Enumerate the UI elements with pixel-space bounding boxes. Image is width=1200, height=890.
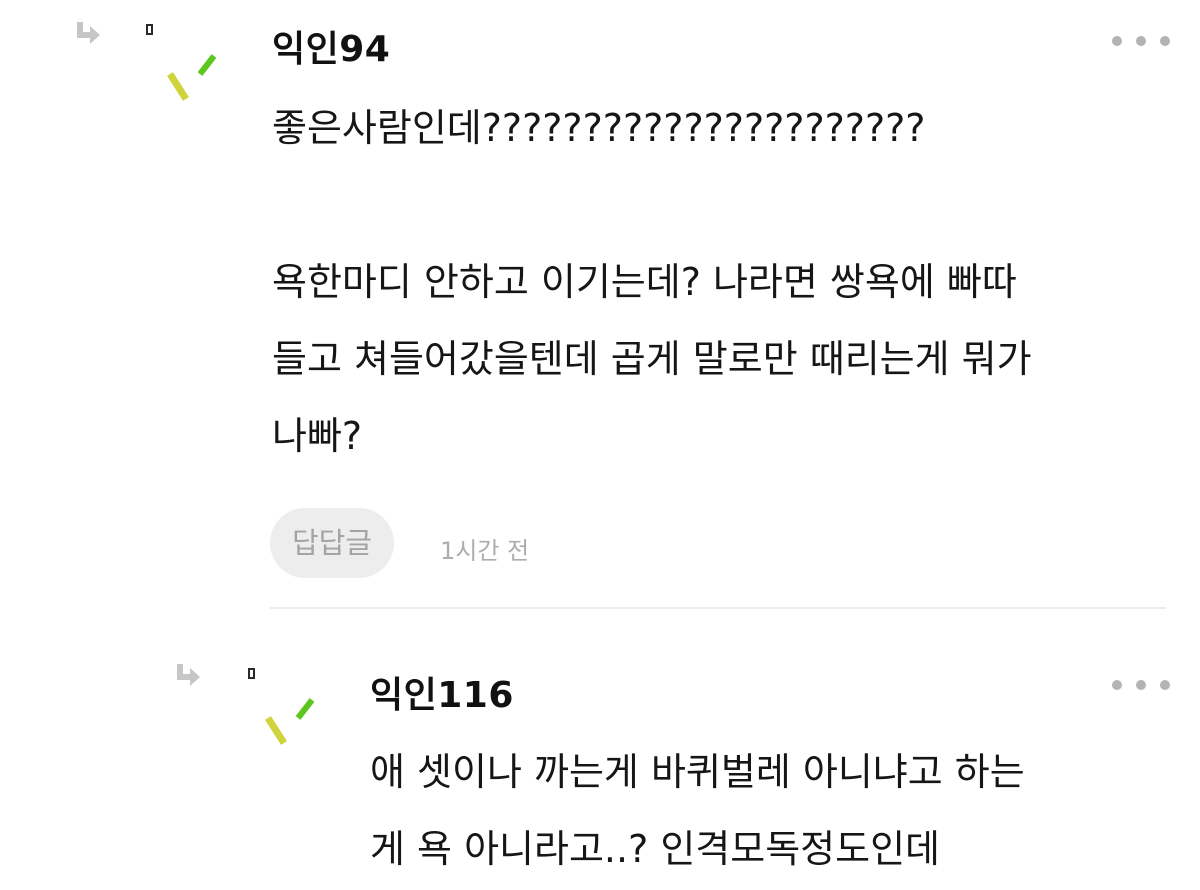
comment-line: 나빠?: [272, 414, 363, 458]
more-options-icon[interactable]: [1112, 31, 1170, 51]
timestamp: 1시간 전: [440, 537, 530, 565]
comment-line: 좋은사람인데??????????????????????: [272, 106, 926, 150]
comment-body: 애 셋이나 까는게 바퀴벌레 아니냐고 하는 게 욕 아니라고..? 인격모독정…: [370, 734, 1025, 888]
reply-arrow-icon: [174, 662, 202, 690]
comment-item: 익인116 애 셋이나 까는게 바퀴벌레 아니냐고 하는 게 욕 아니라고..?…: [0, 640, 1200, 890]
nickname[interactable]: 익인116: [370, 666, 514, 718]
broken-image-icon: [146, 24, 153, 35]
nickname[interactable]: 익인94: [272, 20, 390, 72]
comment-item: 익인94 좋은사람인데?????????????????????? 욕한마디 안…: [0, 0, 1200, 609]
comment-line: 애 셋이나 까는게 바퀴벌레 아니냐고 하는: [370, 750, 1025, 794]
avatar-icon[interactable]: [160, 44, 230, 114]
more-options-icon[interactable]: [1112, 675, 1170, 695]
comment-body: 좋은사람인데?????????????????????? 욕한마디 안하고 이기…: [272, 90, 1032, 475]
comment-line: 들고 쳐들어갔을텐데 곱게 말로만 때리는게 뭐가: [272, 337, 1032, 381]
comment-thread: 익인94 좋은사람인데?????????????????????? 욕한마디 안…: [0, 0, 1200, 890]
comment-line: 게 욕 아니라고..? 인격모독정도인데: [370, 827, 941, 871]
reply-arrow-icon: [74, 20, 102, 48]
divider: [270, 607, 1166, 609]
reply-button[interactable]: 답답글: [270, 508, 395, 578]
avatar-icon[interactable]: [258, 688, 328, 758]
broken-image-icon: [248, 668, 255, 679]
comment-line: 욕한마디 안하고 이기는데? 나라면 쌍욕에 빠따: [272, 260, 1017, 304]
comment-line: [272, 167, 1032, 244]
